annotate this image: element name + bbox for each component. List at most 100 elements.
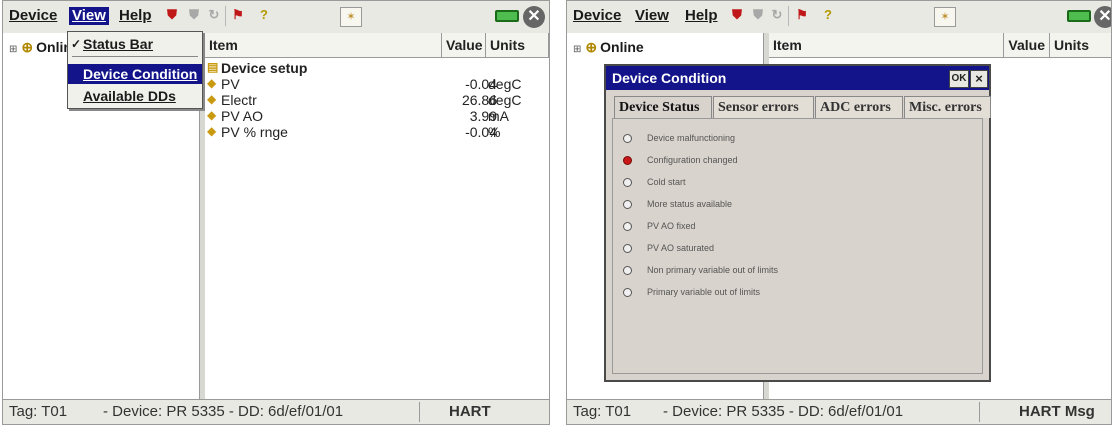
status-bar: Tag: T01 - Device: PR 5335 - DD: 6d/ef/0…	[3, 399, 549, 424]
status-label: Configuration changed	[647, 155, 738, 165]
toolbar-separator	[788, 6, 789, 26]
status-tag: Tag: T01	[9, 403, 68, 420]
row-unit: mA	[488, 108, 509, 124]
folder-icon: ▤	[207, 60, 219, 74]
table-row[interactable]: ◆ Electr 26.86 degC	[205, 92, 549, 108]
dialog-close-button[interactable]: ×	[970, 70, 988, 88]
status-label: Primary variable out of limits	[647, 287, 761, 297]
device-icon[interactable]: ⛊	[730, 7, 744, 23]
header-item[interactable]: Item	[769, 33, 1004, 57]
row-item: PV AO	[221, 108, 264, 124]
status-label: Device malfunctioning	[647, 133, 736, 143]
status-led-icon	[623, 134, 632, 143]
row-unit: degC	[488, 76, 522, 92]
left-screen: Device View Help ⛊ ⛊ ↻ ⚑ ? ✶ ✕ ⊞ ⊕ Online …	[2, 0, 550, 425]
row-item: PV	[221, 76, 240, 92]
right-screen: Device View Help ⛊ ⛊ ↻ ⚑ ? ✶ ✕ ⊞ ⊕ Online …	[566, 0, 1112, 425]
menu-item-available-dds[interactable]: Available DDs	[68, 86, 202, 106]
status-separator	[419, 402, 420, 422]
row-item: Electr	[221, 92, 257, 108]
comm-status-icon: ✶	[934, 7, 956, 27]
header-units[interactable]: Units	[1050, 33, 1111, 57]
status-label: PV AO saturated	[647, 243, 715, 253]
status-label: Cold start	[647, 177, 686, 187]
status-device: - Device: PR 5335 - DD: 6d/ef/01/01	[663, 403, 904, 420]
row-value: -0.04	[465, 76, 497, 92]
header-value[interactable]: Value	[442, 33, 486, 57]
close-icon[interactable]: ✕	[1094, 6, 1111, 28]
refresh-icon[interactable]: ↻	[207, 7, 221, 23]
variable-icon: ◆	[207, 92, 217, 106]
menu-device[interactable]: Device	[573, 7, 621, 25]
status-label: Non primary variable out of limits	[647, 265, 779, 275]
table-row[interactable]: ◆ PV -0.04 degC	[205, 76, 549, 92]
status-led-icon	[623, 178, 632, 187]
menu-help[interactable]: Help	[119, 7, 152, 25]
variable-icon: ◆	[207, 76, 217, 90]
table-header: Item Value Units	[769, 33, 1111, 58]
expand-icon[interactable]: ⊞	[573, 44, 581, 55]
status-label: More status available	[647, 199, 733, 209]
row-value: 3.99	[469, 108, 497, 124]
table-row[interactable]: ◆ PV % rnge -0.04 %	[205, 124, 549, 140]
table-row[interactable]: ▤ Device setup	[205, 60, 549, 76]
tree-node-online[interactable]: ⊞ ⊕ Online	[573, 39, 644, 56]
refresh-icon[interactable]: ↻	[770, 7, 784, 23]
status-tag: Tag: T01	[573, 403, 632, 420]
network-icon: ⊕	[585, 39, 598, 55]
row-item: Device setup	[221, 60, 308, 76]
row-value: -0.04	[465, 124, 497, 140]
status-protocol: HART Msg	[1019, 403, 1095, 420]
tab-misc-errors[interactable]: Misc. errors	[904, 96, 991, 118]
row-unit: %	[488, 124, 501, 140]
status-protocol: HART	[449, 403, 491, 420]
row-unit: degC	[488, 92, 522, 108]
menu-device[interactable]: Device	[9, 7, 57, 25]
battery-icon	[495, 10, 519, 22]
close-icon[interactable]: ✕	[523, 6, 545, 28]
device-gray-icon[interactable]: ⛊	[187, 7, 201, 23]
menu-item-device-condition[interactable]: Device Condition	[68, 64, 202, 84]
table-header: Item Value Units	[205, 33, 549, 58]
status-bar: Tag: T01 - Device: PR 5335 - DD: 6d/ef/0…	[567, 399, 1111, 424]
menu-item-status-bar[interactable]: ✓ Status Bar	[68, 34, 202, 54]
header-item[interactable]: Item	[205, 33, 442, 57]
menu-help[interactable]: Help	[685, 7, 718, 25]
tab-sensor-errors[interactable]: Sensor errors	[713, 96, 814, 118]
status-led-icon	[623, 200, 632, 209]
status-led-icon	[623, 244, 632, 253]
view-menu-dropdown: ✓ Status Bar Device Condition Available D…	[67, 31, 203, 109]
header-value[interactable]: Value	[1004, 33, 1050, 57]
tab-adc-errors[interactable]: ADC errors	[815, 96, 903, 118]
device-gray-icon[interactable]: ⛊	[751, 7, 765, 23]
dialog-title: Device Condition	[612, 70, 727, 86]
flag-icon[interactable]: ⚑	[231, 7, 245, 23]
help-icon[interactable]: ?	[821, 7, 835, 23]
menu-bar: Device View Help ⛊ ⛊ ↻ ⚑ ? ✶ ✕	[3, 1, 549, 34]
header-units[interactable]: Units	[486, 33, 549, 57]
status-device: - Device: PR 5335 - DD: 6d/ef/01/01	[103, 403, 344, 420]
menu-separator	[72, 56, 198, 57]
device-condition-dialog: Device Condition OK × Device Status Sens…	[604, 64, 991, 382]
status-led-icon	[623, 222, 632, 231]
tab-device-status[interactable]: Device Status	[614, 96, 712, 119]
menu-bar: Device View Help ⛊ ⛊ ↻ ⚑ ? ✶ ✕	[567, 1, 1111, 34]
status-led-icon	[623, 156, 632, 165]
table-row[interactable]: ◆ PV AO 3.99 mA	[205, 108, 549, 124]
help-icon[interactable]: ?	[257, 7, 271, 23]
expand-icon[interactable]: ⊞	[9, 44, 17, 55]
menu-view[interactable]: View	[69, 7, 109, 25]
flag-icon[interactable]: ⚑	[795, 7, 809, 23]
variable-icon: ◆	[207, 124, 217, 138]
status-separator	[979, 402, 980, 422]
battery-icon	[1067, 10, 1091, 22]
status-led-icon	[623, 266, 632, 275]
comm-status-icon: ✶	[340, 7, 362, 27]
ok-button[interactable]: OK	[949, 70, 969, 88]
menu-view[interactable]: View	[635, 7, 669, 25]
device-icon[interactable]: ⛊	[165, 7, 179, 23]
check-icon: ✓	[71, 37, 82, 51]
menu-item-label: Status Bar	[83, 36, 154, 52]
status-label: PV AO fixed	[647, 221, 696, 231]
status-led-icon	[623, 288, 632, 297]
